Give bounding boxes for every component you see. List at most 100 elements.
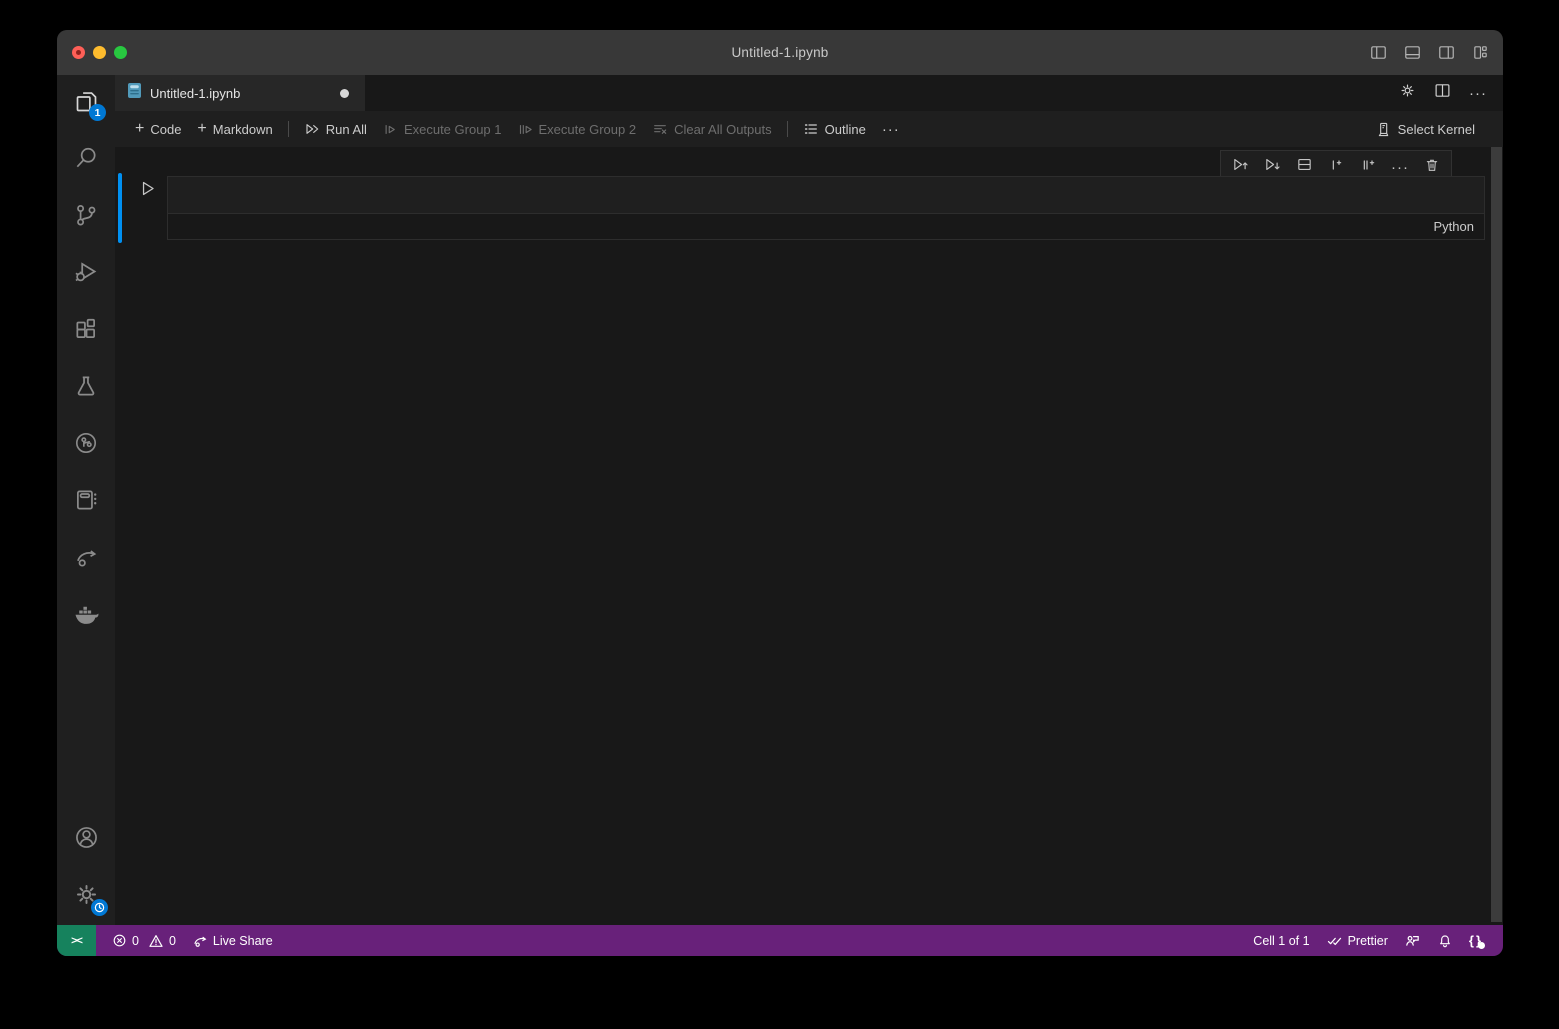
plus-icon: + bbox=[197, 120, 206, 138]
curly-braces-icon: {} bbox=[1469, 933, 1483, 948]
outline-list-icon bbox=[803, 121, 819, 137]
toggle-secondary-sidebar-icon[interactable] bbox=[1438, 44, 1455, 61]
toggle-primary-sidebar-icon[interactable] bbox=[1370, 44, 1387, 61]
customize-layout-icon[interactable] bbox=[1472, 44, 1489, 61]
modified-dot[interactable] bbox=[340, 89, 349, 98]
notebook-cell: Python bbox=[115, 173, 1503, 245]
brace-left: { bbox=[1469, 933, 1476, 948]
notebook-icon bbox=[73, 487, 99, 518]
live-share-status[interactable]: Live Share bbox=[184, 925, 281, 956]
layout-actions bbox=[1370, 30, 1489, 75]
search-icon bbox=[73, 145, 99, 176]
sidebar-item-extensions[interactable] bbox=[57, 303, 115, 360]
notifications-button[interactable] bbox=[1429, 925, 1461, 956]
execute-group-1-button[interactable]: Execute Group 1 bbox=[375, 118, 510, 141]
minimize-button[interactable] bbox=[93, 46, 106, 59]
title-bar: Untitled-1.ipynb bbox=[57, 30, 1503, 75]
close-button[interactable] bbox=[72, 46, 85, 59]
remote-icon: >< bbox=[71, 935, 82, 947]
sidebar-item-settings[interactable] bbox=[57, 868, 115, 925]
warning-icon bbox=[148, 933, 164, 949]
language-picker[interactable]: Python bbox=[1434, 219, 1474, 234]
plus-icon: + bbox=[135, 120, 144, 138]
cell-status-row: Python bbox=[168, 214, 1484, 239]
error-icon bbox=[112, 933, 127, 948]
main-area: 1 bbox=[57, 75, 1503, 925]
editor-group: Untitled-1.ipynb ··· bbox=[115, 75, 1503, 925]
braces-extension-button[interactable]: {} bbox=[1461, 925, 1491, 956]
zoom-button[interactable] bbox=[114, 46, 127, 59]
explorer-badge: 1 bbox=[89, 104, 106, 121]
sidebar-item-testing[interactable] bbox=[57, 360, 115, 417]
error-count: 0 bbox=[132, 934, 139, 948]
run-cell-button[interactable] bbox=[135, 179, 159, 203]
feedback-button[interactable] bbox=[1396, 925, 1429, 956]
sidebar-item-commit-graph[interactable] bbox=[57, 417, 115, 474]
commit-graph-icon bbox=[73, 430, 99, 461]
sidebar-item-accounts[interactable] bbox=[57, 811, 115, 868]
source-control-icon bbox=[73, 202, 99, 233]
outline-label: Outline bbox=[825, 122, 866, 137]
clear-all-outputs-label: Clear All Outputs bbox=[674, 122, 772, 137]
run-all-button[interactable]: Run All bbox=[296, 117, 375, 141]
cell-code-editor[interactable] bbox=[168, 177, 1484, 214]
tab-bar: Untitled-1.ipynb ··· bbox=[115, 75, 1503, 111]
execute-group-2-icon bbox=[518, 122, 533, 137]
sidebar-item-search[interactable] bbox=[57, 132, 115, 189]
execute-group-2-label: Execute Group 2 bbox=[539, 122, 637, 137]
cell-container: Python bbox=[167, 176, 1485, 240]
add-code-cell-button[interactable]: + Code bbox=[127, 116, 189, 142]
toolbar-separator bbox=[787, 121, 788, 137]
clear-all-outputs-button[interactable]: Clear All Outputs bbox=[644, 117, 780, 141]
play-icon bbox=[138, 179, 157, 203]
outline-button[interactable]: Outline bbox=[795, 117, 874, 141]
cell-position-indicator[interactable]: Cell 1 of 1 bbox=[1245, 925, 1317, 956]
execute-group-2-button[interactable]: Execute Group 2 bbox=[510, 118, 645, 141]
toolbar-separator bbox=[288, 121, 289, 137]
sidebar-item-run-debug[interactable] bbox=[57, 246, 115, 303]
toolbar-more-button[interactable]: ··· bbox=[874, 118, 908, 141]
double-check-icon bbox=[1326, 932, 1343, 949]
notebook-toolbar: + Code + Markdown Run All bbox=[115, 111, 1503, 147]
select-kernel-button[interactable]: Select Kernel bbox=[1367, 117, 1483, 142]
execute-group-1-label: Execute Group 1 bbox=[404, 122, 502, 137]
add-markdown-cell-button[interactable]: + Markdown bbox=[189, 116, 280, 142]
settings-sync-badge bbox=[91, 899, 108, 916]
sidebar-item-live-share[interactable] bbox=[57, 531, 115, 588]
sidebar-item-notebooks[interactable] bbox=[57, 474, 115, 531]
warning-count: 0 bbox=[169, 934, 176, 948]
tab-bar-actions: ··· bbox=[1399, 75, 1503, 111]
ellipsis-icon: ··· bbox=[882, 122, 900, 137]
add-markdown-label: Markdown bbox=[213, 122, 273, 137]
split-editor-icon[interactable] bbox=[1434, 82, 1451, 104]
sidebar-item-docker[interactable] bbox=[57, 588, 115, 645]
more-actions-icon[interactable]: ··· bbox=[1469, 86, 1487, 101]
status-bar: >< 0 0 Live bbox=[57, 925, 1503, 956]
prettier-indicator[interactable]: Prettier bbox=[1318, 925, 1396, 956]
activity-bar: 1 bbox=[57, 75, 115, 925]
kernel-icon bbox=[1375, 121, 1392, 138]
problems-indicator[interactable]: 0 0 bbox=[104, 925, 184, 956]
bell-icon bbox=[1437, 933, 1453, 949]
execute-group-1-icon bbox=[383, 122, 398, 137]
live-share-icon bbox=[192, 933, 208, 949]
extensions-icon bbox=[73, 316, 99, 347]
toggle-panel-icon[interactable] bbox=[1404, 44, 1421, 61]
sidebar-item-source-control[interactable] bbox=[57, 189, 115, 246]
clear-outputs-icon bbox=[652, 121, 668, 137]
sidebar-item-explorer[interactable]: 1 bbox=[57, 75, 115, 132]
prettier-label: Prettier bbox=[1348, 934, 1388, 948]
docker-icon bbox=[72, 600, 100, 633]
remote-indicator[interactable]: >< bbox=[57, 925, 96, 956]
vscode-window: Untitled-1.ipynb bbox=[57, 30, 1503, 956]
account-icon bbox=[73, 824, 100, 856]
notebook-scrollbar[interactable] bbox=[1491, 147, 1502, 922]
run-all-label: Run All bbox=[326, 122, 367, 137]
status-bar-right: Cell 1 of 1 Prettier bbox=[1245, 925, 1503, 956]
tab-untitled-notebook[interactable]: Untitled-1.ipynb bbox=[115, 75, 365, 111]
tab-label: Untitled-1.ipynb bbox=[150, 86, 332, 101]
cell-position-label: Cell 1 of 1 bbox=[1253, 934, 1309, 948]
notebook-file-icon bbox=[127, 82, 142, 104]
notebook-settings-gear-icon[interactable] bbox=[1399, 82, 1416, 104]
flask-icon bbox=[73, 373, 99, 404]
